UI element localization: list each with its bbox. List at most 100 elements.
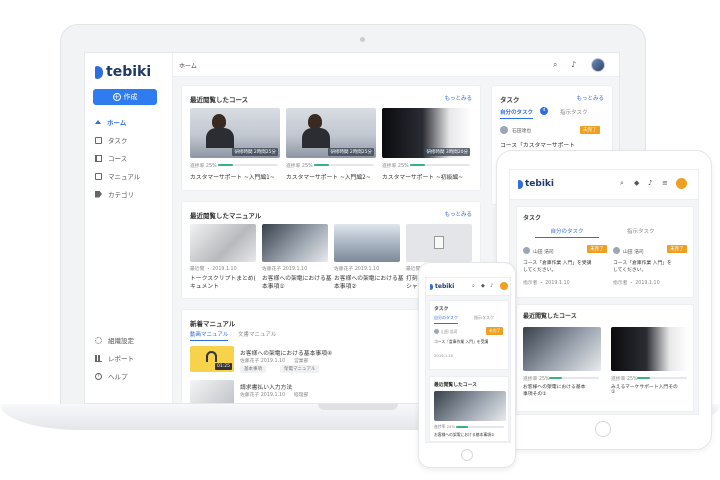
report-icon — [95, 354, 102, 362]
tab-document-manuals[interactable]: 文書マニュアル — [238, 330, 276, 338]
create-button-label: 作成 — [123, 93, 138, 101]
gear-icon — [95, 336, 102, 344]
manual-meta: 佐藤花子 2019.1.10 — [334, 267, 380, 272]
sidebar-item-tasks[interactable]: タスク — [95, 135, 128, 145]
bell-icon[interactable]: ♪ — [648, 179, 652, 187]
avatar[interactable] — [591, 58, 605, 72]
sidebar-item-org-settings[interactable]: 組織設定 — [95, 335, 134, 345]
recent-courses-card: 最近閲覧したコース もっとみる 研修時間 2時間25分 進捗率 25% カスタマ… — [181, 85, 481, 191]
task-text[interactable]: コース「倉庫作業 入門」を受講 — [523, 259, 591, 266]
task-meta: 指示者 ・ 2019.1.10 — [523, 281, 570, 286]
progress-fill — [410, 164, 425, 166]
manual-meta: 佐藤花子 2019.1.10 — [240, 393, 286, 398]
manual-thumbnail[interactable] — [190, 380, 234, 403]
progress-label: 進捗率 25% — [382, 164, 409, 169]
course-title-cont: 事項その① — [523, 392, 547, 397]
course-thumbnail[interactable]: 研修時間 3時間20分 — [382, 108, 472, 158]
sidebar-item-categories[interactable]: カテゴリ — [95, 189, 134, 199]
task-text[interactable]: コース「倉庫作業 入門」を — [613, 259, 672, 266]
tab-my-tasks[interactable]: 自分のタスク — [535, 227, 599, 238]
tag-icon[interactable]: ◆ — [481, 283, 485, 289]
top-bar: ホーム ⌕ ♪ — [173, 53, 619, 77]
tebiki-logo[interactable]: tebiki — [95, 64, 151, 80]
sidebar-item-manuals[interactable]: マニュアル — [95, 171, 140, 181]
sidebar-item-label: コース — [108, 155, 128, 163]
search-icon[interactable]: ⌕ — [553, 60, 557, 70]
course-thumbnail[interactable]: 研修時間 2時間25分 — [286, 108, 376, 158]
course-title[interactable]: みえるマーケサポート入門その — [611, 383, 678, 390]
search-icon[interactable]: ⌕ — [472, 283, 475, 289]
task-text-cont: してください。 — [613, 268, 647, 273]
manual-title[interactable]: お客様への架電における基本事項④ — [240, 348, 332, 357]
sidebar-item-reports[interactable]: レポート — [95, 353, 134, 363]
document-icon — [434, 236, 444, 249]
recent-courses-more-link[interactable]: もっとみる — [444, 94, 472, 102]
sidebar-item-home[interactable]: ホーム — [95, 117, 126, 127]
manual-thumbnail[interactable] — [406, 224, 472, 262]
course-title[interactable]: カスタマーサポート ~入門編1~ — [190, 172, 275, 181]
task-meta: 2019.1.10 — [434, 353, 454, 358]
task-text[interactable]: コース「倉庫作業 入門」を受講 — [434, 339, 488, 345]
sidebar-item-help[interactable]: ? ヘルプ — [95, 371, 128, 381]
manual-title-cont: シャ — [406, 284, 418, 290]
bell-icon[interactable]: ♪ — [571, 60, 576, 69]
course-thumbnail[interactable] — [611, 327, 689, 371]
manual-title[interactable]: 請求書払い入力方法 — [240, 382, 292, 391]
manual-thumbnail[interactable] — [190, 224, 256, 262]
avatar — [613, 247, 620, 254]
course-title[interactable]: お客様への架電における基本 — [523, 383, 585, 390]
progress-fill — [456, 426, 468, 428]
manual-chip[interactable]: 架電マニュアル — [280, 365, 320, 373]
course-icon — [95, 154, 102, 162]
bell-icon[interactable]: ♪ — [490, 283, 493, 289]
manual-thumbnail[interactable]: 01:25 — [190, 346, 234, 372]
tasks-more-link[interactable]: もっとみる — [576, 94, 604, 102]
course-thumbnail[interactable]: 研修時間 2時間25分 — [190, 108, 280, 158]
task-status-badge: 未完了 — [667, 245, 687, 253]
tebiki-logo[interactable]: tebiki — [518, 179, 554, 189]
manual-meta: 最近閲 ・ 2019.1.10 — [190, 267, 237, 272]
progress-fill — [549, 377, 562, 379]
progress-bar — [314, 164, 374, 166]
course-thumbnail[interactable] — [523, 327, 601, 371]
tab-my-tasks[interactable]: 自分のタスク — [500, 108, 534, 119]
tab-assigned-tasks[interactable]: 指示タスク — [560, 108, 588, 116]
duration-tag: 研修時間 2時間25分 — [232, 148, 278, 156]
laptop-camera — [360, 37, 365, 42]
manual-thumbnail[interactable] — [334, 224, 400, 262]
tablet-header: tebiki ⌕ ◆ ♪ ≡ — [510, 170, 698, 200]
task-count-badge: 4 — [540, 107, 548, 115]
logo-text: tebiki — [435, 283, 455, 290]
tag-icon[interactable]: ◆ — [634, 179, 639, 187]
tab-assigned-tasks[interactable]: 指示タスク — [627, 227, 655, 235]
progress-fill — [637, 377, 650, 379]
sidebar-item-label: カテゴリ — [108, 191, 134, 199]
progress-label: 進捗率 25% — [611, 377, 638, 382]
logo-mark-icon — [518, 179, 523, 189]
tebiki-logo[interactable]: tebiki — [430, 283, 454, 290]
manual-thumbnail[interactable] — [262, 224, 328, 262]
avatar[interactable] — [676, 178, 687, 189]
tablet-home-button — [595, 421, 611, 437]
avatar[interactable] — [500, 282, 508, 290]
sidebar-item-courses[interactable]: コース — [95, 153, 127, 163]
tab-my-tasks[interactable]: 自分のタスク — [434, 315, 458, 324]
search-icon[interactable]: ⌕ — [620, 179, 624, 188]
tablet-tasks-card: タスク 自分のタスク 指示タスク 山田 浩司 未完了 コース「倉庫作業 入門」を… — [516, 206, 694, 298]
tab-assigned-tasks[interactable]: 指示タスク — [474, 315, 494, 321]
task-meta: 指示者 ・ 2019.1.10 — [613, 281, 660, 286]
tab-video-manuals[interactable]: 動画マニュアル — [190, 330, 229, 341]
tablet-recent-courses-card: 最近閲覧したコース 進捗率 25% お客様への架電における基本 事項その① 進捗… — [516, 304, 694, 412]
course-title[interactable]: カスタマーサポート ~初級編~ — [382, 172, 463, 181]
course-title[interactable]: カスタマーサポート ~入門編2~ — [286, 172, 371, 181]
recent-manuals-title: 最近閲覧したマニュアル — [190, 212, 262, 220]
manual-chip[interactable]: 基本事項 — [240, 365, 266, 373]
course-title[interactable]: お客様への架電における基本事項② — [434, 432, 494, 438]
duration-tag: 研修時間 3時間20分 — [424, 148, 470, 156]
menu-icon[interactable]: ≡ — [662, 179, 668, 187]
task-text[interactable]: コース「カスタマーサポート — [500, 140, 575, 149]
sidebar-item-label: レポート — [108, 355, 134, 363]
recent-manuals-more-link[interactable]: もっとみる — [444, 210, 472, 218]
create-button[interactable]: + 作成 — [93, 89, 157, 105]
course-thumbnail[interactable] — [434, 391, 506, 421]
